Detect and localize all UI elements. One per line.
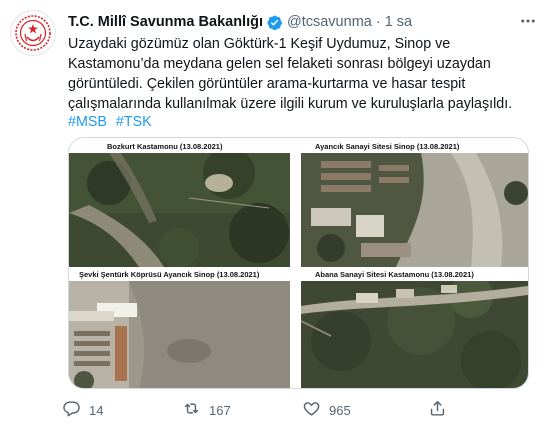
like-icon [302,399,321,421]
timestamp[interactable]: 1 sa [385,14,412,30]
tweet-text: Uzaydaki gözümüz olan Göktürk-1 Keşif Uy… [68,36,513,112]
separator-dot: · [375,14,381,30]
hashtag-msb[interactable]: #MSB [68,114,107,130]
retweet-count: 167 [209,402,231,418]
satellite-photo-bozkurt [69,153,290,267]
retweet-icon [182,399,201,421]
panel-caption-bozkurt: Bozkurt Kastamonu (13.08.2021) [107,142,223,151]
media-image[interactable]: Bozkurt Kastamonu (13.08.2021) Ayancık S… [68,137,529,389]
share-button[interactable] [428,398,447,422]
tweet: T.C. Millî Savunma Bakanlığı @tcsavunma … [0,0,551,441]
more-icon[interactable] [519,12,537,35]
share-icon [428,399,447,421]
hashtag-tsk[interactable]: #TSK [116,114,152,130]
verified-badge-icon [266,14,283,31]
like-count: 965 [329,402,351,418]
satellite-photo-ayancik-sanayi [301,153,528,267]
panel-caption-abana-sanayi: Abana Sanayi Sitesi Kastamonu (13.08.202… [315,270,474,279]
retweet-button[interactable]: 167 [182,398,231,422]
msb-seal-logo [12,12,54,54]
account-name[interactable]: T.C. Millî Savunma Bakanlığı [68,14,263,30]
satellite-photo-abana-sanayi [301,281,528,388]
satellite-collage: Bozkurt Kastamonu (13.08.2021) Ayancık S… [69,138,528,388]
reply-count: 14 [89,402,104,418]
panel-caption-sevki-senturk: Şevki Şentürk Köprüsü Ayancık Sinop (13.… [79,270,260,279]
panel-caption-ayancik-sanayi: Ayancık Sanayi Sitesi Sinop (13.08.2021) [315,142,460,151]
tweet-actions: 14 167 965 [62,398,532,422]
avatar[interactable] [10,10,56,56]
tweet-header: T.C. Millî Savunma Bakanlığı @tcsavunma … [68,12,412,32]
reply-button[interactable]: 14 [62,398,103,422]
hashtags: #MSB #TSK [68,114,157,130]
reply-icon [62,399,81,421]
like-button[interactable]: 965 [302,398,351,422]
account-handle[interactable]: @tcsavunma [287,14,372,30]
satellite-photo-sevki-senturk [69,281,290,388]
